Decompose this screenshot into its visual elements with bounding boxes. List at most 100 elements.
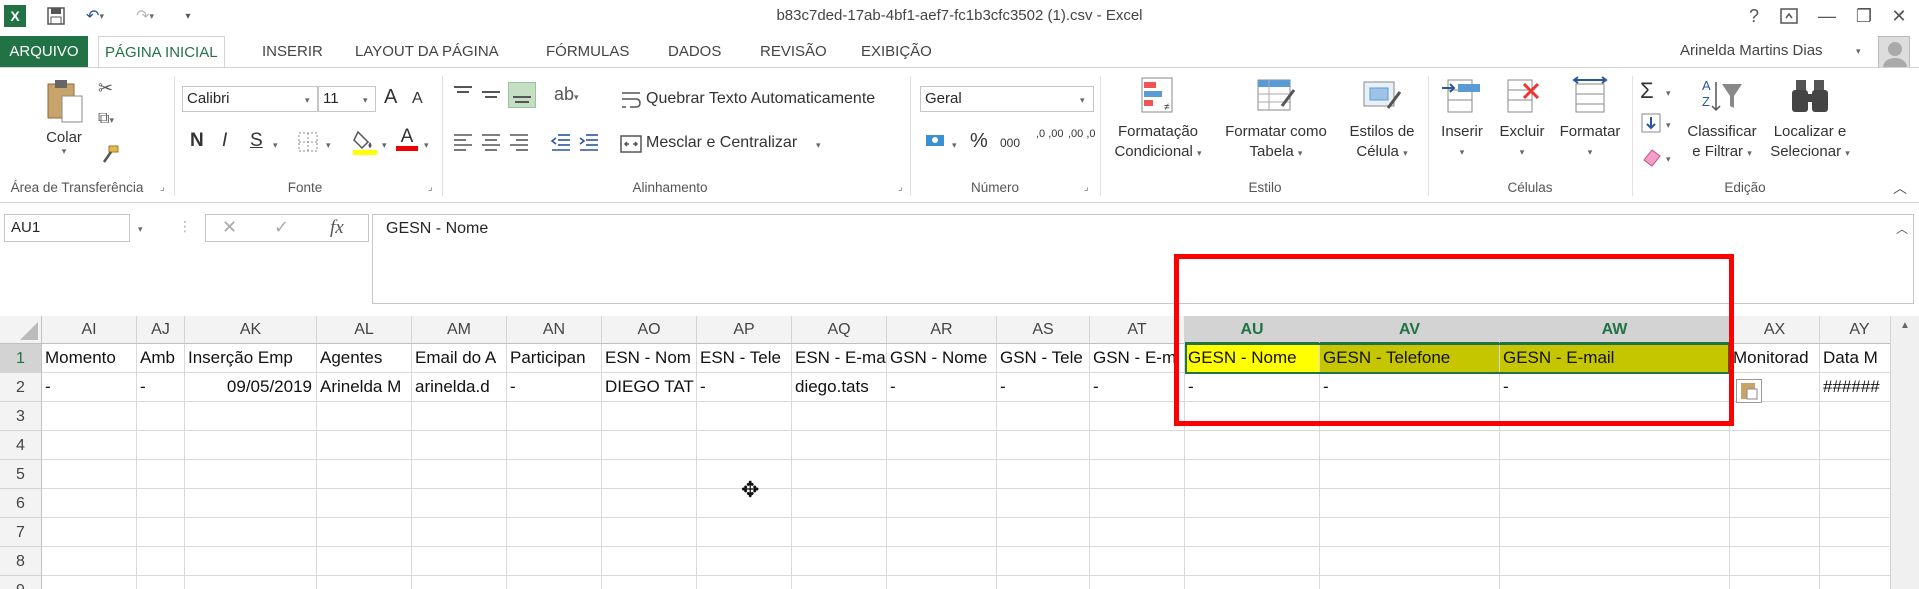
tab-formulas[interactable]: FÓRMULAS: [540, 36, 635, 68]
user-dropdown-icon[interactable]: ▾: [1856, 46, 1861, 57]
cell[interactable]: [602, 489, 697, 518]
cell[interactable]: ESN - Nom: [602, 344, 697, 373]
clear-icon[interactable]: [1640, 146, 1662, 171]
minimize-button[interactable]: —: [1813, 3, 1841, 29]
column-header[interactable]: AP: [697, 316, 792, 344]
align-middle-icon[interactable]: [480, 84, 502, 105]
cell[interactable]: GSN - Nome: [887, 344, 997, 373]
cell[interactable]: [317, 547, 412, 576]
cell[interactable]: [1320, 518, 1500, 547]
cell[interactable]: [317, 518, 412, 547]
wrap-text-icon[interactable]: [620, 90, 642, 113]
cancel-icon[interactable]: ✕: [222, 217, 237, 238]
cell[interactable]: [1500, 576, 1730, 589]
cell[interactable]: [137, 431, 185, 460]
cell[interactable]: ESN - Tele: [697, 344, 792, 373]
cell[interactable]: [185, 547, 317, 576]
cell[interactable]: [412, 460, 507, 489]
font-name-select[interactable]: Calibri: [182, 86, 318, 112]
ribbon-display-options-icon[interactable]: [1775, 3, 1803, 29]
increase-indent-icon[interactable]: [578, 132, 600, 155]
cell[interactable]: [137, 547, 185, 576]
cell[interactable]: [1320, 489, 1500, 518]
cell[interactable]: -: [887, 373, 997, 402]
cell[interactable]: [137, 402, 185, 431]
cell[interactable]: [697, 402, 792, 431]
cell[interactable]: [1320, 576, 1500, 589]
cell[interactable]: [1820, 547, 1890, 576]
name-box[interactable]: AU1: [4, 214, 130, 242]
cell[interactable]: diego.tats: [792, 373, 887, 402]
conditional-formatting-button[interactable]: ≠ Formatação Condicional ▾: [1108, 76, 1208, 163]
cell[interactable]: [185, 489, 317, 518]
cell[interactable]: Momento: [42, 344, 137, 373]
cell[interactable]: [1090, 576, 1185, 589]
delete-cells-button[interactable]: Excluir ▾: [1492, 76, 1552, 162]
cell[interactable]: [317, 460, 412, 489]
cell[interactable]: Email do A: [412, 344, 507, 373]
chevron-down-icon[interactable]: ▾: [273, 140, 278, 151]
find-select-button[interactable]: Localizar e Selecionar ▾: [1764, 76, 1856, 163]
chevron-down-icon[interactable]: ▾: [816, 140, 821, 151]
close-button[interactable]: ✕: [1885, 3, 1913, 29]
cell[interactable]: [185, 460, 317, 489]
insert-cells-button[interactable]: Inserir ▾: [1432, 76, 1492, 162]
chevron-down-icon[interactable]: ▾: [138, 224, 143, 235]
cell[interactable]: [997, 402, 1090, 431]
cell[interactable]: [602, 431, 697, 460]
cell[interactable]: [1500, 431, 1730, 460]
sort-filter-button[interactable]: AZ Classificar e Filtrar ▾: [1680, 76, 1764, 163]
column-header[interactable]: AR: [887, 316, 997, 344]
column-header[interactable]: AY: [1820, 316, 1890, 344]
cell[interactable]: GSN - E-m: [1090, 344, 1185, 373]
shrink-font-button[interactable]: A: [412, 90, 423, 108]
cell[interactable]: [1730, 576, 1820, 589]
cell[interactable]: [602, 576, 697, 589]
cell[interactable]: [507, 518, 602, 547]
format-painter-icon[interactable]: [100, 144, 120, 167]
cell[interactable]: [1820, 460, 1890, 489]
cell[interactable]: [887, 489, 997, 518]
row-header[interactable]: 8: [0, 547, 42, 576]
row-header[interactable]: 5: [0, 460, 42, 489]
cell[interactable]: [1320, 460, 1500, 489]
cell[interactable]: [185, 576, 317, 589]
cell[interactable]: [1090, 402, 1185, 431]
align-top-icon[interactable]: [452, 84, 474, 105]
cell[interactable]: [1500, 489, 1730, 518]
cell[interactable]: [1185, 489, 1320, 518]
restore-button[interactable]: ❐: [1850, 3, 1878, 29]
row-header[interactable]: 4: [0, 431, 42, 460]
select-all-corner[interactable]: [0, 316, 42, 344]
vertical-scrollbar[interactable]: ▲: [1890, 316, 1919, 589]
cell[interactable]: [137, 518, 185, 547]
cell[interactable]: [1730, 518, 1820, 547]
underline-button[interactable]: S: [250, 130, 263, 152]
cell[interactable]: [412, 576, 507, 589]
orientation-icon[interactable]: ab▾: [554, 84, 579, 105]
column-header[interactable]: AX: [1730, 316, 1820, 344]
cell[interactable]: [792, 518, 887, 547]
cell[interactable]: [997, 576, 1090, 589]
user-name[interactable]: Arinelda Martins Dias: [1680, 42, 1823, 59]
paste-options-icon[interactable]: [1736, 379, 1762, 403]
column-header[interactable]: AO: [602, 316, 697, 344]
fill-color-icon[interactable]: [352, 128, 378, 159]
cell[interactable]: Inserção Emp: [185, 344, 317, 373]
paste-button[interactable]: Colar ▾: [40, 78, 88, 168]
cell[interactable]: -: [697, 373, 792, 402]
scroll-up-icon[interactable]: ▲: [1891, 320, 1919, 331]
tab-dados[interactable]: DADOS: [662, 36, 727, 68]
cell[interactable]: [412, 431, 507, 460]
column-header[interactable]: AI: [42, 316, 137, 344]
column-header[interactable]: AN: [507, 316, 602, 344]
cell[interactable]: [1185, 460, 1320, 489]
cell[interactable]: [137, 489, 185, 518]
align-right-icon[interactable]: [508, 132, 530, 155]
cell[interactable]: [697, 518, 792, 547]
increase-decimal-button[interactable]: ,0 ,00: [1036, 128, 1066, 141]
fill-icon[interactable]: [1640, 112, 1662, 137]
cell[interactable]: [997, 431, 1090, 460]
decrease-indent-icon[interactable]: [550, 132, 572, 155]
cell[interactable]: [1090, 489, 1185, 518]
